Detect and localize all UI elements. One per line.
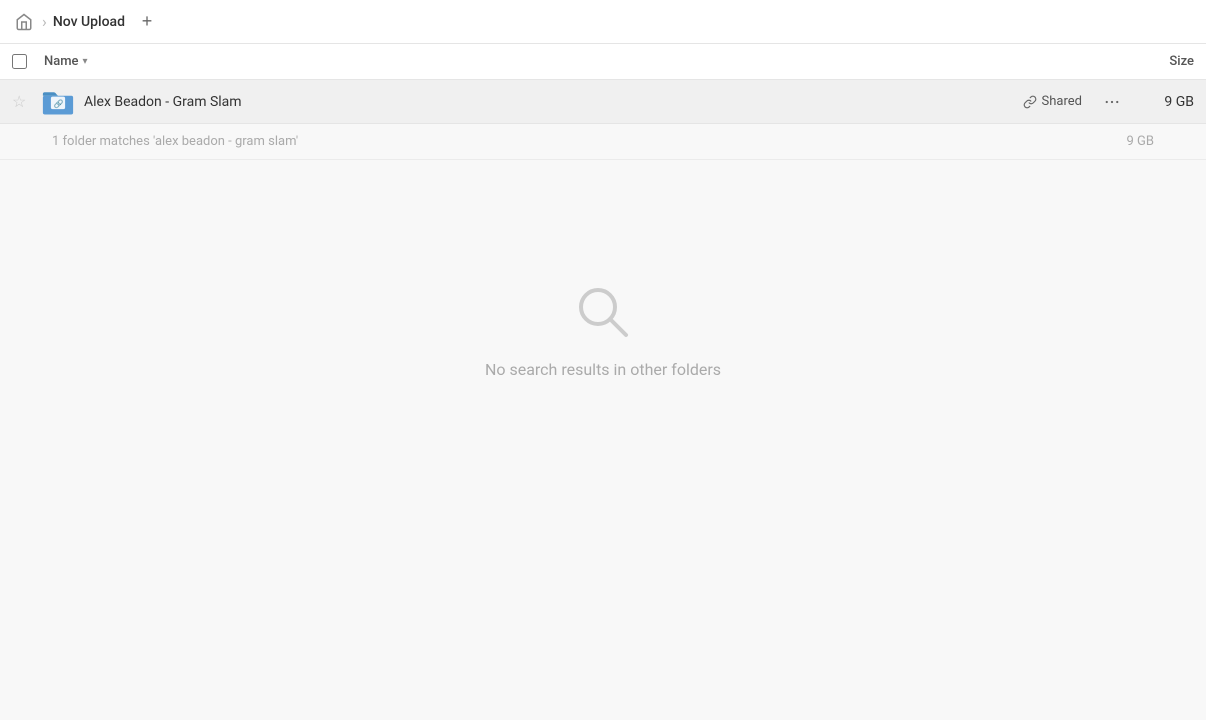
- sort-icon: ▾: [83, 56, 88, 67]
- match-info-row: 1 folder matches 'alex beadon - gram sla…: [0, 124, 1206, 160]
- no-results-icon: [571, 280, 635, 344]
- file-row[interactable]: ☆ 🔗 Alex Beadon - Gram Slam Shared 9 GB: [0, 80, 1206, 124]
- name-column-label: Name: [44, 54, 79, 69]
- home-icon[interactable]: [12, 10, 36, 34]
- match-text: 1 folder matches 'alex beadon - gram sla…: [52, 134, 1094, 149]
- file-name: Alex Beadon - Gram Slam: [84, 94, 1023, 110]
- more-options-button[interactable]: [1098, 88, 1126, 116]
- size-column-header: Size: [1114, 54, 1194, 69]
- shared-label: Shared: [1042, 94, 1082, 109]
- file-size: 9 GB: [1134, 94, 1194, 110]
- ellipsis-icon: [1103, 93, 1121, 111]
- no-results-message: No search results in other folders: [485, 360, 721, 379]
- svg-text:🔗: 🔗: [54, 98, 64, 108]
- breadcrumb-current-folder[interactable]: Nov Upload: [53, 14, 125, 30]
- breadcrumb-bar: › Nov Upload +: [0, 0, 1206, 44]
- star-icon[interactable]: ☆: [12, 92, 36, 111]
- folder-icon: 🔗: [42, 88, 74, 116]
- column-header-row: Name ▾ Size: [0, 44, 1206, 80]
- link-icon: [1023, 95, 1037, 109]
- breadcrumb-separator: ›: [42, 12, 47, 31]
- empty-state: No search results in other folders: [0, 160, 1206, 379]
- shared-badge: Shared: [1023, 94, 1082, 109]
- match-size: 9 GB: [1094, 134, 1154, 149]
- header-checkbox[interactable]: [12, 54, 44, 69]
- select-all-checkbox[interactable]: [12, 54, 27, 69]
- name-column-header[interactable]: Name ▾: [44, 54, 1114, 69]
- add-tab-button[interactable]: +: [133, 8, 161, 36]
- folder-icon-container: 🔗: [40, 84, 76, 120]
